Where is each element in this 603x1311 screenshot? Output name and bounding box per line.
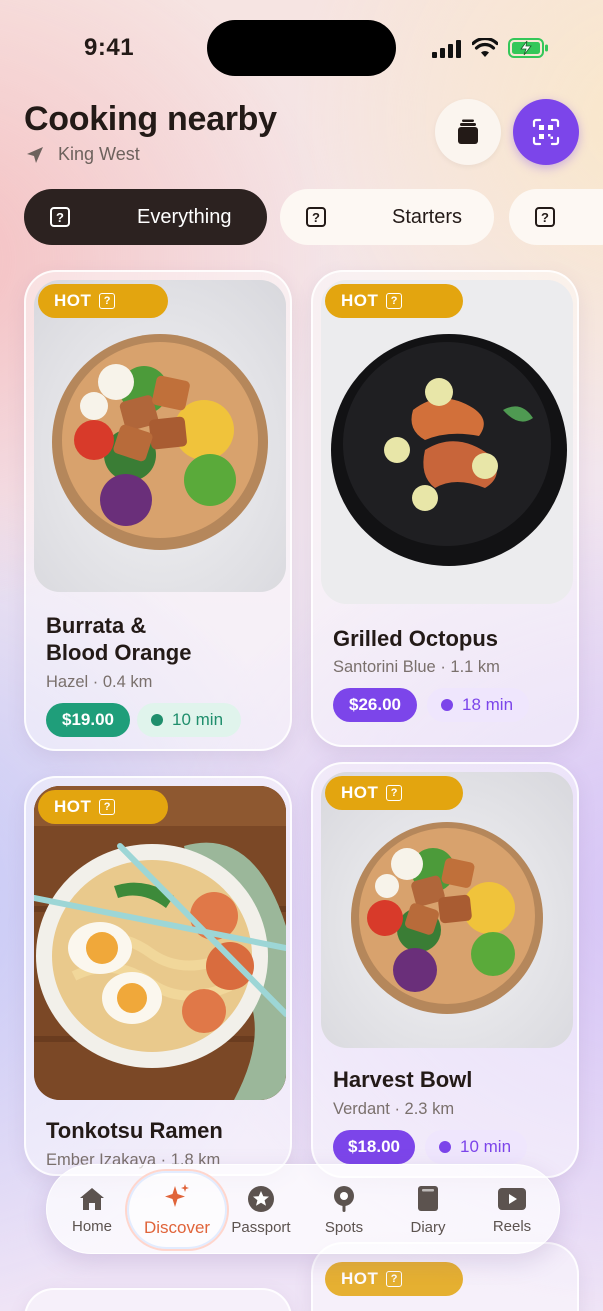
dish-image-poke-bowl [321, 772, 573, 1048]
dish-name: Harvest Bowl [333, 1067, 473, 1092]
dish-name: Tonkotsu Ramen [46, 1118, 223, 1143]
clock-icon [441, 699, 453, 711]
qr-scan-icon [532, 118, 560, 146]
price-pill: $26.00 [333, 688, 417, 722]
stack-button[interactable] [435, 99, 501, 165]
star-badge-icon [248, 1185, 274, 1212]
category-chips: ? Everything ? Starters ? [24, 189, 603, 245]
dish-card[interactable] [24, 1288, 292, 1311]
eta-pill: 18 min [427, 688, 529, 722]
nav-item-home[interactable]: Home [61, 1165, 123, 1255]
dish-card[interactable]: HOT ? Harvest Bowl Verdant · 2.3 km $18.… [311, 762, 579, 1178]
hot-badge: HOT ? [38, 284, 168, 318]
nav-item-passport[interactable]: Passport [227, 1165, 295, 1255]
nav-item-diary[interactable]: Diary [397, 1165, 459, 1255]
question-box-icon: ? [99, 293, 116, 309]
question-box-icon: ? [50, 207, 70, 227]
location-row[interactable]: King West [26, 144, 140, 165]
dynamic-island [207, 20, 396, 76]
dish-name: Burrata & Blood Orange [46, 613, 192, 665]
hot-badge: HOT ? [325, 1262, 463, 1296]
stack-icon [458, 119, 478, 144]
page-title: Cooking nearby [24, 100, 277, 138]
location-label: King West [58, 144, 140, 164]
status-bar: 9:41 [0, 0, 603, 96]
dish-card[interactable]: HOT ? Burrata & Blood Orange Hazel · 0.4… [24, 270, 292, 751]
location-arrow-icon [27, 146, 43, 163]
chip-starters[interactable]: ? Starters [280, 189, 494, 245]
nav-item-spots[interactable]: Spots [313, 1165, 375, 1255]
question-box-icon: ? [386, 785, 403, 801]
eta-pill: 10 min [425, 1130, 527, 1164]
pin-icon [334, 1185, 354, 1212]
bottom-nav: Home Discover Passport Spots Diary Reels [46, 1164, 560, 1254]
home-icon [80, 1187, 104, 1210]
dish-meta: Hazel · 0.4 km [46, 673, 153, 691]
nav-item-discover[interactable]: Discover [131, 1165, 223, 1255]
hot-badge: HOT ? [38, 790, 168, 824]
question-box-icon: ? [386, 293, 403, 309]
price-pill: $18.00 [333, 1130, 415, 1164]
dish-meta: Verdant · 2.3 km [333, 1100, 455, 1118]
question-box-icon: ? [386, 1271, 403, 1287]
price-pill: $19.00 [46, 703, 130, 737]
dish-card[interactable]: HOT ? Tonkotsu Ramen Ember Izakaya · 1.8… [24, 776, 292, 1176]
dish-image-shrimp-plate [321, 280, 573, 604]
status-time: 9:41 [84, 34, 135, 61]
dish-meta: Santorini Blue · 1.1 km [333, 658, 500, 676]
qr-scan-button[interactable] [513, 99, 579, 165]
clock-icon [151, 714, 163, 726]
dish-name: Grilled Octopus [333, 626, 499, 651]
chip-label: Starters [392, 205, 463, 228]
question-box-icon: ? [306, 207, 326, 227]
chip-everything[interactable]: ? Everything [24, 189, 267, 245]
nav-item-reels[interactable]: Reels [481, 1165, 543, 1255]
question-box-icon: ? [535, 207, 555, 227]
dish-image-poke-bowl [34, 280, 286, 592]
dish-image-ramen-bowl [34, 786, 286, 1100]
battery-charging-icon [508, 38, 548, 58]
question-box-icon: ? [99, 799, 116, 815]
book-icon [418, 1185, 438, 1211]
play-icon [498, 1187, 526, 1210]
hot-badge: HOT ? [325, 284, 463, 318]
chip-more[interactable]: ? [509, 189, 603, 245]
eta-pill: 10 min [137, 703, 241, 737]
hot-badge: HOT ? [325, 776, 463, 810]
wifi-icon [472, 38, 498, 57]
sparkle-icon [165, 1184, 189, 1207]
cellular-signal-icon [432, 40, 461, 58]
clock-icon [439, 1141, 451, 1153]
dish-card[interactable]: HOT ? Grilled Octopus Santorini Blue · 1… [311, 270, 579, 747]
chip-label: Everything [137, 205, 232, 228]
